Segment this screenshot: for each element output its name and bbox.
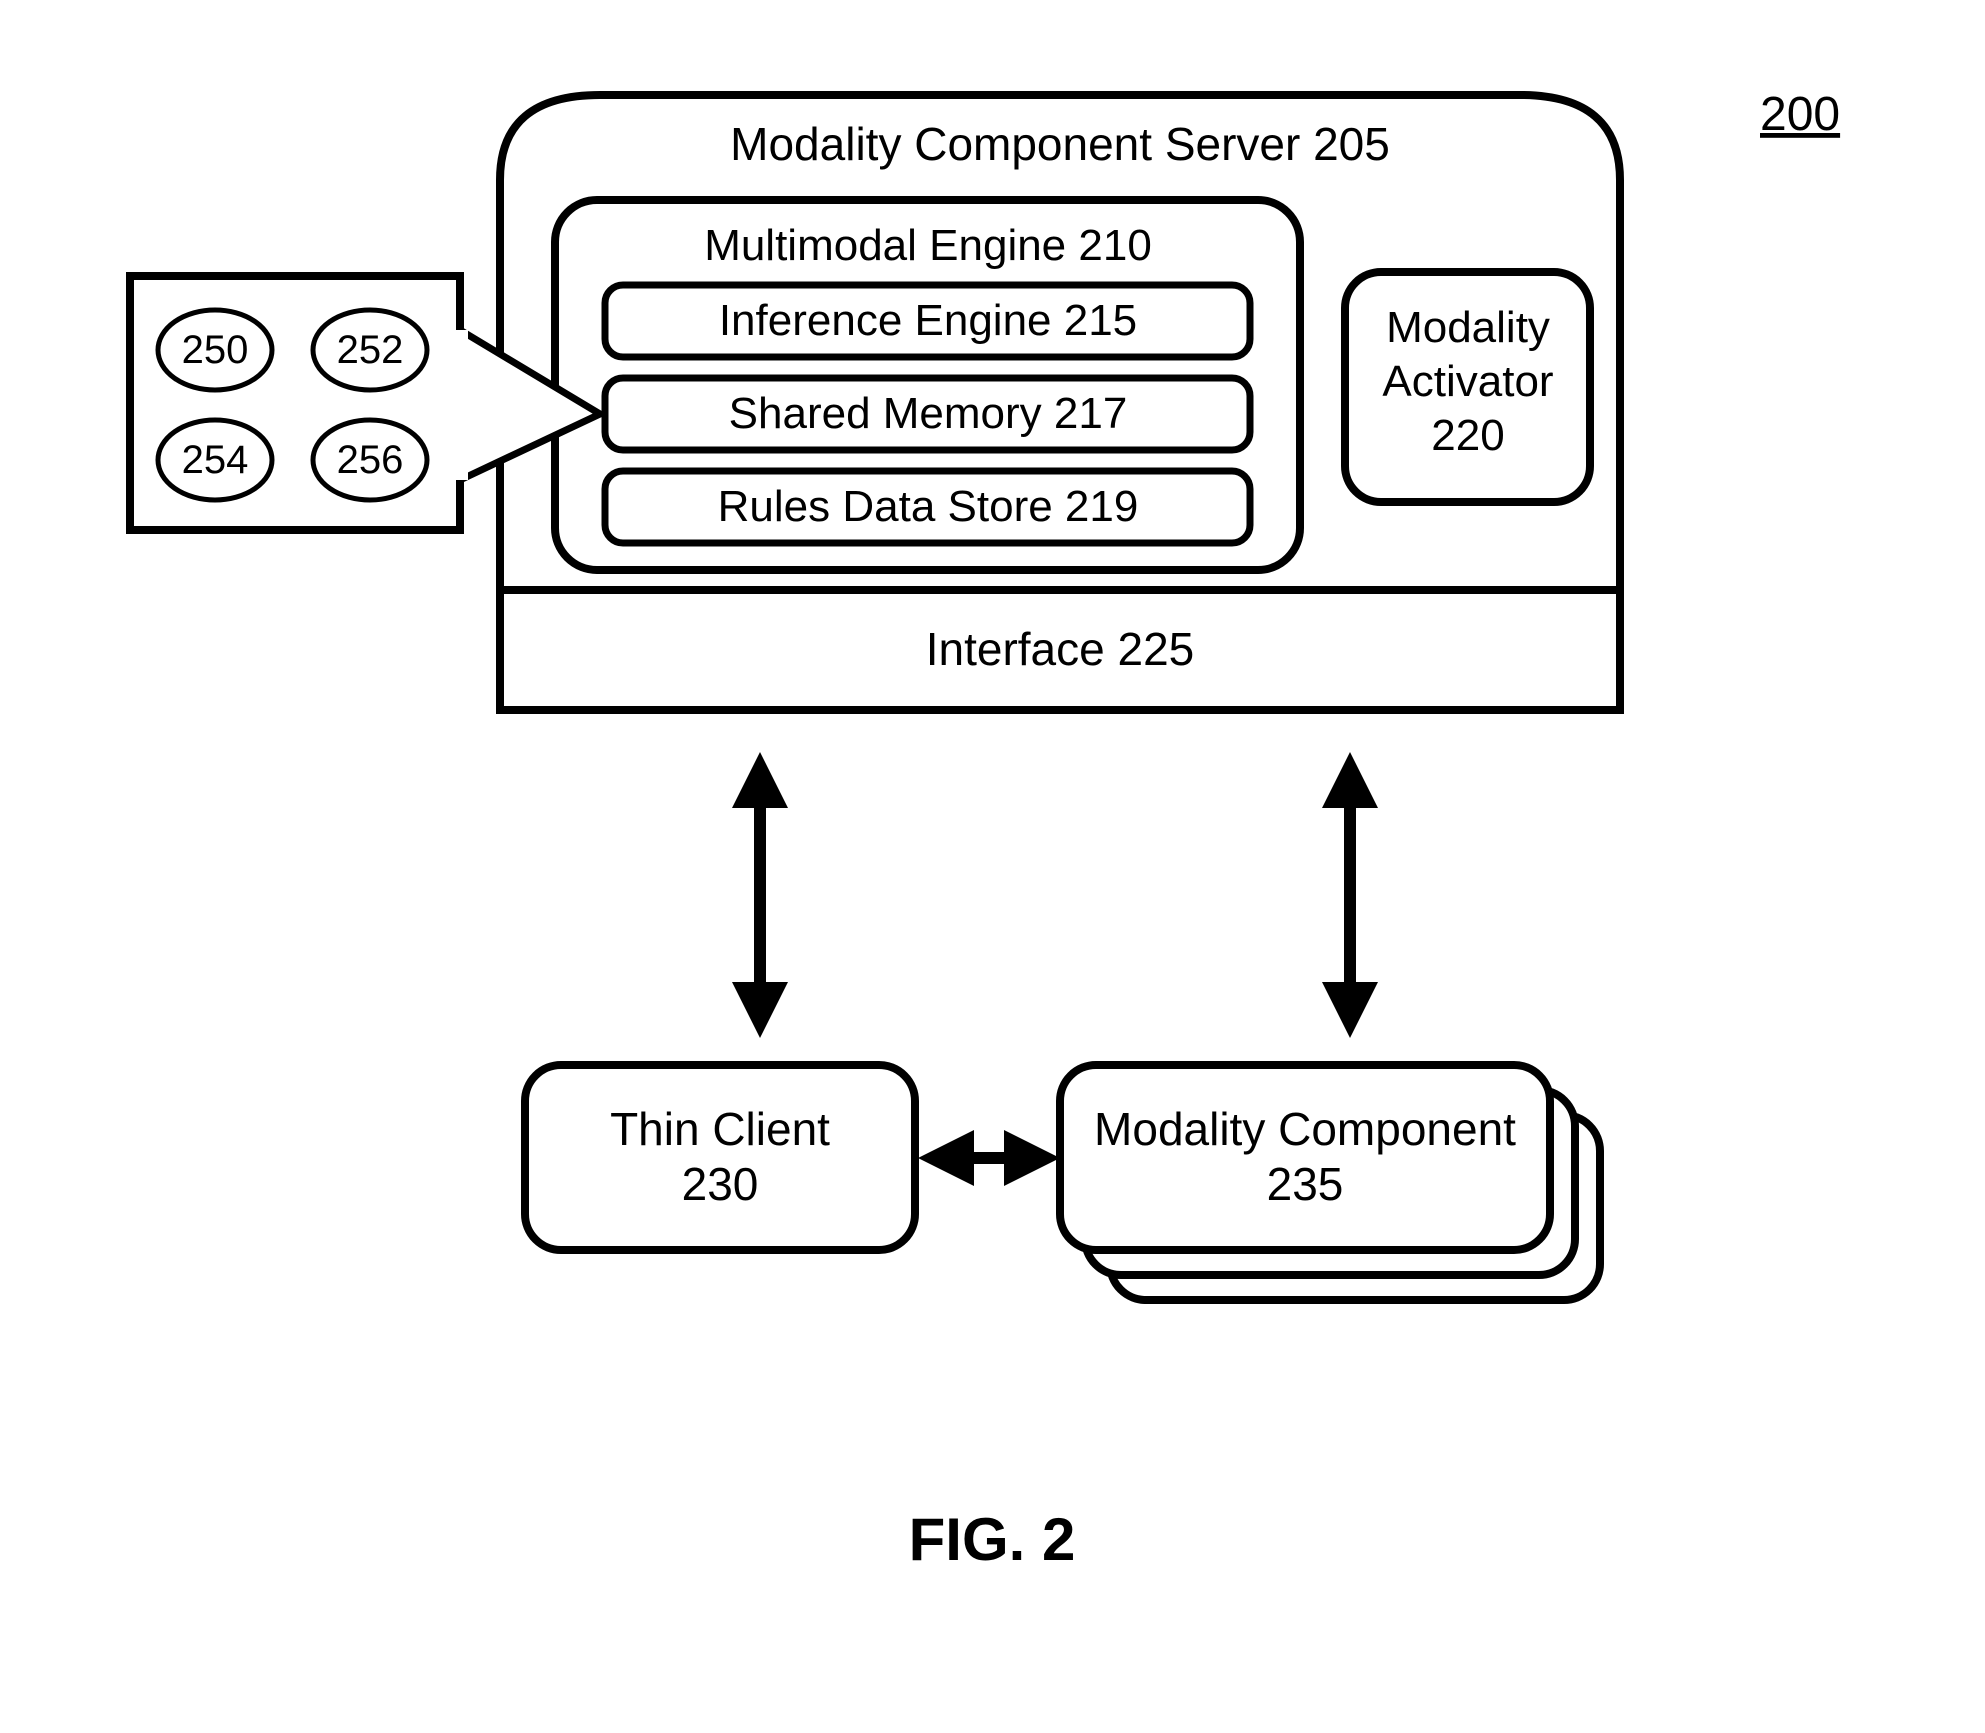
inference-engine-label: Inference Engine 215 bbox=[719, 296, 1137, 345]
arrow-thinclient-modality bbox=[918, 1130, 1060, 1186]
callout-label-0: 250 bbox=[182, 328, 249, 372]
figure-caption: FIG. 2 bbox=[909, 1506, 1076, 1573]
callout-seam-mask bbox=[452, 330, 468, 480]
arrow-interface-thinclient bbox=[732, 752, 788, 1038]
callout-label-2: 254 bbox=[182, 438, 249, 482]
modality-activator-line2: Activator bbox=[1382, 357, 1553, 406]
arrow-interface-modality bbox=[1322, 752, 1378, 1038]
modality-activator-line1: Modality bbox=[1386, 303, 1550, 352]
diagram-canvas: 200 Modality Component Server 205 Multim… bbox=[0, 0, 1985, 1733]
rules-store-label: Rules Data Store 219 bbox=[718, 482, 1139, 531]
thin-client-line2: 230 bbox=[682, 1158, 759, 1210]
figure-ref-label: 200 bbox=[1760, 88, 1840, 141]
callout-label-3: 256 bbox=[337, 438, 404, 482]
callout-label-1: 252 bbox=[337, 328, 404, 372]
multimodal-engine-title: Multimodal Engine 210 bbox=[704, 221, 1152, 270]
shared-memory-label: Shared Memory 217 bbox=[729, 389, 1128, 438]
modality-component-line1: Modality Component bbox=[1094, 1103, 1516, 1155]
modality-component-line2: 235 bbox=[1267, 1158, 1344, 1210]
interface-label: Interface 225 bbox=[926, 623, 1195, 675]
server-title: Modality Component Server 205 bbox=[730, 118, 1390, 170]
thin-client-line1: Thin Client bbox=[610, 1103, 830, 1155]
modality-activator-line3: 220 bbox=[1431, 411, 1504, 460]
